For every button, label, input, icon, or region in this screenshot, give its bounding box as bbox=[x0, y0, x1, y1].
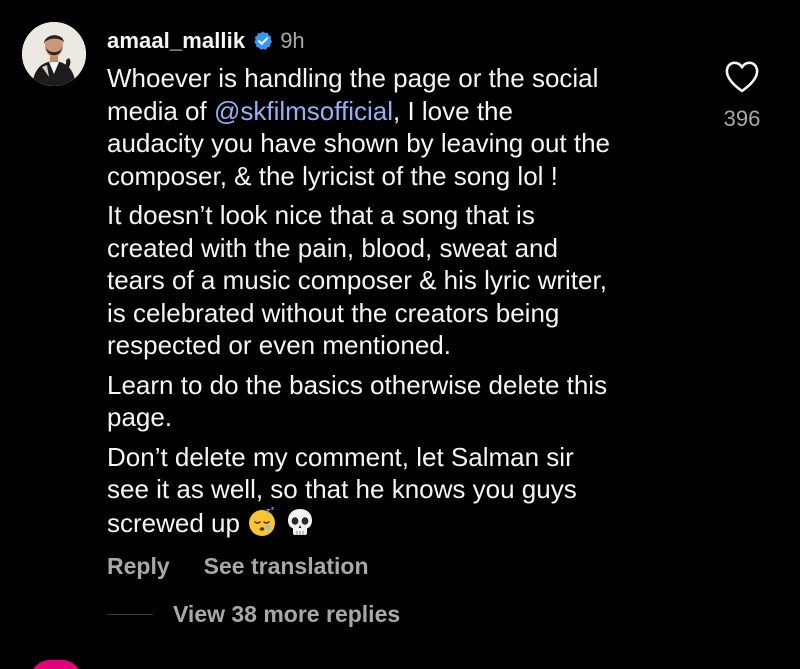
comment-line-before-mention: media of bbox=[107, 95, 214, 126]
comment-line: respected or even mentioned. bbox=[107, 330, 451, 360]
comment-line: page. bbox=[107, 402, 173, 432]
see-translation-button[interactable]: See translation bbox=[204, 553, 369, 580]
comment-paragraph: Learn to do the basics otherwise delete … bbox=[107, 369, 697, 434]
comment-line: composer, & the lyricist of the song lol… bbox=[107, 160, 558, 191]
comment-line: Don’t delete my comment, let Salman sir bbox=[107, 441, 574, 472]
view-replies-button[interactable]: View 38 more replies bbox=[107, 601, 400, 628]
reply-button[interactable]: Reply bbox=[107, 553, 170, 580]
view-replies-label: View 38 more replies bbox=[173, 601, 401, 627]
timestamp: 9h bbox=[280, 28, 305, 53]
avatar[interactable] bbox=[22, 22, 86, 86]
replies-divider bbox=[107, 614, 153, 615]
comment-actions: Reply See translation bbox=[107, 553, 369, 580]
comment-paragraph: Don’t delete my comment, let Salman sir … bbox=[107, 441, 697, 540]
sleeping-face-emoji: z z bbox=[246, 506, 278, 538]
comment-paragraph: Whoever is handling the page or the soci… bbox=[107, 62, 697, 192]
comment-line: tears of a music composer & his lyric wr… bbox=[107, 265, 607, 295]
comment-line: It doesn’t look nice that a song that is bbox=[107, 200, 535, 230]
svg-text:z: z bbox=[271, 506, 274, 512]
comment-line: is celebrated without the creators being bbox=[107, 297, 560, 328]
comment-header: amaal_mallik 9h bbox=[107, 26, 305, 56]
comment-line-after-mention: , I love the bbox=[393, 95, 513, 126]
comment-paragraph: It doesn’t look nice that a song that is… bbox=[107, 199, 697, 362]
heart-outline-icon[interactable] bbox=[724, 60, 760, 94]
comment-line: Learn to do the basics otherwise delete … bbox=[107, 369, 608, 400]
verified-badge-icon bbox=[252, 30, 274, 52]
skull-emoji bbox=[284, 506, 316, 538]
comment-line: Whoever is handling the page or the soci… bbox=[107, 63, 599, 93]
mention-link[interactable]: @skfilmsofficial bbox=[214, 96, 393, 126]
comment-line: see it as well, so that he knows you guy… bbox=[107, 474, 577, 504]
next-comment-avatar[interactable] bbox=[30, 660, 82, 669]
comment-line: audacity you have shown by leaving out t… bbox=[107, 128, 611, 158]
comment-body: Whoever is handling the page or the soci… bbox=[107, 62, 697, 546]
like-count: 396 bbox=[723, 106, 761, 131]
comment-line: screwed up bbox=[107, 507, 240, 538]
username[interactable]: amaal_mallik bbox=[107, 28, 245, 54]
comment-line: created with the pain, blood, sweat and bbox=[107, 232, 558, 263]
like-control: 396 bbox=[719, 60, 765, 132]
svg-text:z: z bbox=[266, 507, 270, 515]
